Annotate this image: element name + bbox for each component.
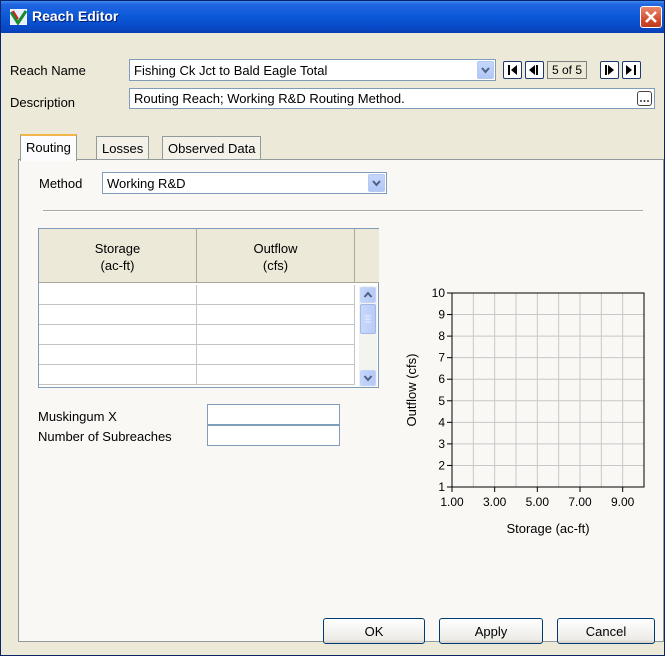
record-position: 5 of 5 <box>547 61 588 79</box>
y-tick-label: 1 <box>438 480 445 494</box>
storage-cell[interactable] <box>39 365 197 385</box>
last-record-button[interactable] <box>622 61 641 79</box>
number-of-subreaches-label: Number of Subreaches <box>38 429 172 444</box>
routing-tab-panel: Method Working R&D Storage (ac-ft) Outfl… <box>18 159 664 642</box>
scroll-thumb[interactable] <box>360 304 376 334</box>
storage-header-line1: Storage <box>94 241 141 256</box>
chart-grid <box>451 292 645 488</box>
reach-editor-icon <box>10 9 27 25</box>
y-tick-label: 10 <box>432 286 446 300</box>
muskingum-x-label: Muskingum X <box>38 409 117 424</box>
chart-ticks: 1 2 3 4 5 6 7 8 9 10 1.00 3.00 5.00 7.00 9.00 <box>432 286 635 509</box>
tab-observed-data[interactable]: Observed Data <box>162 136 262 160</box>
y-tick-label: 4 <box>438 415 445 429</box>
dialog-content: Reach Name Fishing Ck Jct to Bald Eagle … <box>5 34 664 652</box>
chevron-down-icon <box>481 67 490 74</box>
description-browse-button[interactable] <box>637 91 652 106</box>
method-value: Working R&D <box>107 176 186 191</box>
storage-header-line2: (ac-ft) <box>100 258 135 273</box>
storage-cell[interactable] <box>39 305 197 325</box>
y-tick-label: 7 <box>438 351 445 365</box>
x-tick-label: 5.00 <box>526 495 550 509</box>
table-row[interactable] <box>39 345 355 365</box>
first-record-icon <box>508 65 517 75</box>
previous-record-button[interactable] <box>525 61 544 79</box>
reach-editor-window: Reach Editor Reach Name Fishing Ck Jct t… <box>0 0 665 656</box>
y-tick-label: 9 <box>438 308 445 322</box>
outflow-cell[interactable] <box>197 345 355 365</box>
muskingum-x-field[interactable] <box>207 404 340 425</box>
next-record-icon <box>605 65 614 75</box>
method-select[interactable]: Working R&D <box>102 172 387 194</box>
x-tick-label: 7.00 <box>568 495 592 509</box>
window-title: Reach Editor <box>32 8 119 24</box>
description-label: Description <box>10 95 76 110</box>
apply-button[interactable]: Apply <box>439 618 543 644</box>
title-bar[interactable]: Reach Editor <box>1 1 664 33</box>
outflow-header-line2: (cfs) <box>262 258 289 273</box>
reach-name-dropdown-button[interactable] <box>477 61 494 79</box>
scroll-down-button[interactable] <box>360 370 376 386</box>
cancel-button[interactable]: Cancel <box>557 618 655 644</box>
outflow-header-line1: Outflow <box>253 241 298 256</box>
scroll-up-button[interactable] <box>360 287 376 303</box>
outflow-cell[interactable] <box>197 365 355 385</box>
ellipsis-icon <box>640 100 649 102</box>
plot-area <box>451 292 645 488</box>
x-tick-label: 1.00 <box>440 495 464 509</box>
outflow-cell[interactable] <box>197 305 355 325</box>
first-record-button[interactable] <box>503 61 522 79</box>
close-button[interactable] <box>640 6 662 28</box>
table-row[interactable] <box>39 325 355 345</box>
table-row[interactable] <box>39 285 355 305</box>
storage-cell[interactable] <box>39 285 197 305</box>
tab-losses[interactable]: Losses <box>96 136 150 160</box>
y-tick-label: 8 <box>438 329 445 343</box>
y-tick-label: 5 <box>438 394 445 408</box>
grip-icon <box>365 315 371 323</box>
storage-cell[interactable] <box>39 325 197 345</box>
table-header-corner <box>355 229 379 283</box>
chevron-up-icon <box>363 291 373 298</box>
y-tick-label: 6 <box>438 372 445 386</box>
description-value: Routing Reach; Working R&D Routing Metho… <box>134 91 405 106</box>
ok-button[interactable]: OK <box>323 618 425 644</box>
table-scrollbar[interactable] <box>359 286 377 387</box>
storage-outflow-chart: 1 2 3 4 5 6 7 8 9 10 1.00 3.00 5.00 7.00 9.00 Storage … <box>404 286 645 536</box>
description-field[interactable]: Routing Reach; Working R&D Routing Metho… <box>129 88 655 109</box>
x-tick-label: 3.00 <box>483 495 507 509</box>
table-row[interactable] <box>39 365 355 385</box>
number-of-subreaches-field[interactable] <box>207 425 340 446</box>
y-tick-label: 3 <box>438 437 445 451</box>
storage-cell[interactable] <box>39 345 197 365</box>
storage-outflow-table[interactable]: Storage (ac-ft) Outflow (cfs) <box>38 228 379 388</box>
chevron-down-icon <box>363 375 373 382</box>
x-tick-label: 9.00 <box>611 495 635 509</box>
method-label: Method <box>39 176 83 191</box>
method-dropdown-button[interactable] <box>368 174 385 192</box>
column-header-outflow[interactable]: Outflow (cfs) <box>197 229 355 283</box>
separator <box>43 210 643 212</box>
x-axis-label: Storage (ac-ft) <box>506 521 589 536</box>
table-row[interactable] <box>39 305 355 325</box>
reach-name-value: Fishing Ck Jct to Bald Eagle Total <box>134 63 328 78</box>
close-icon <box>645 11 657 23</box>
chevron-down-icon <box>372 180 381 187</box>
tab-routing[interactable]: Routing <box>20 134 77 161</box>
reach-name-label: Reach Name <box>10 63 86 78</box>
last-record-icon <box>626 65 636 75</box>
next-record-button[interactable] <box>600 61 619 79</box>
previous-record-icon <box>529 65 538 75</box>
column-header-storage[interactable]: Storage (ac-ft) <box>39 229 197 283</box>
y-tick-label: 2 <box>438 458 445 472</box>
outflow-cell[interactable] <box>197 285 355 305</box>
reach-name-select[interactable]: Fishing Ck Jct to Bald Eagle Total <box>129 59 496 81</box>
outflow-cell[interactable] <box>197 325 355 345</box>
y-axis-label: Outflow (cfs) <box>404 354 419 427</box>
